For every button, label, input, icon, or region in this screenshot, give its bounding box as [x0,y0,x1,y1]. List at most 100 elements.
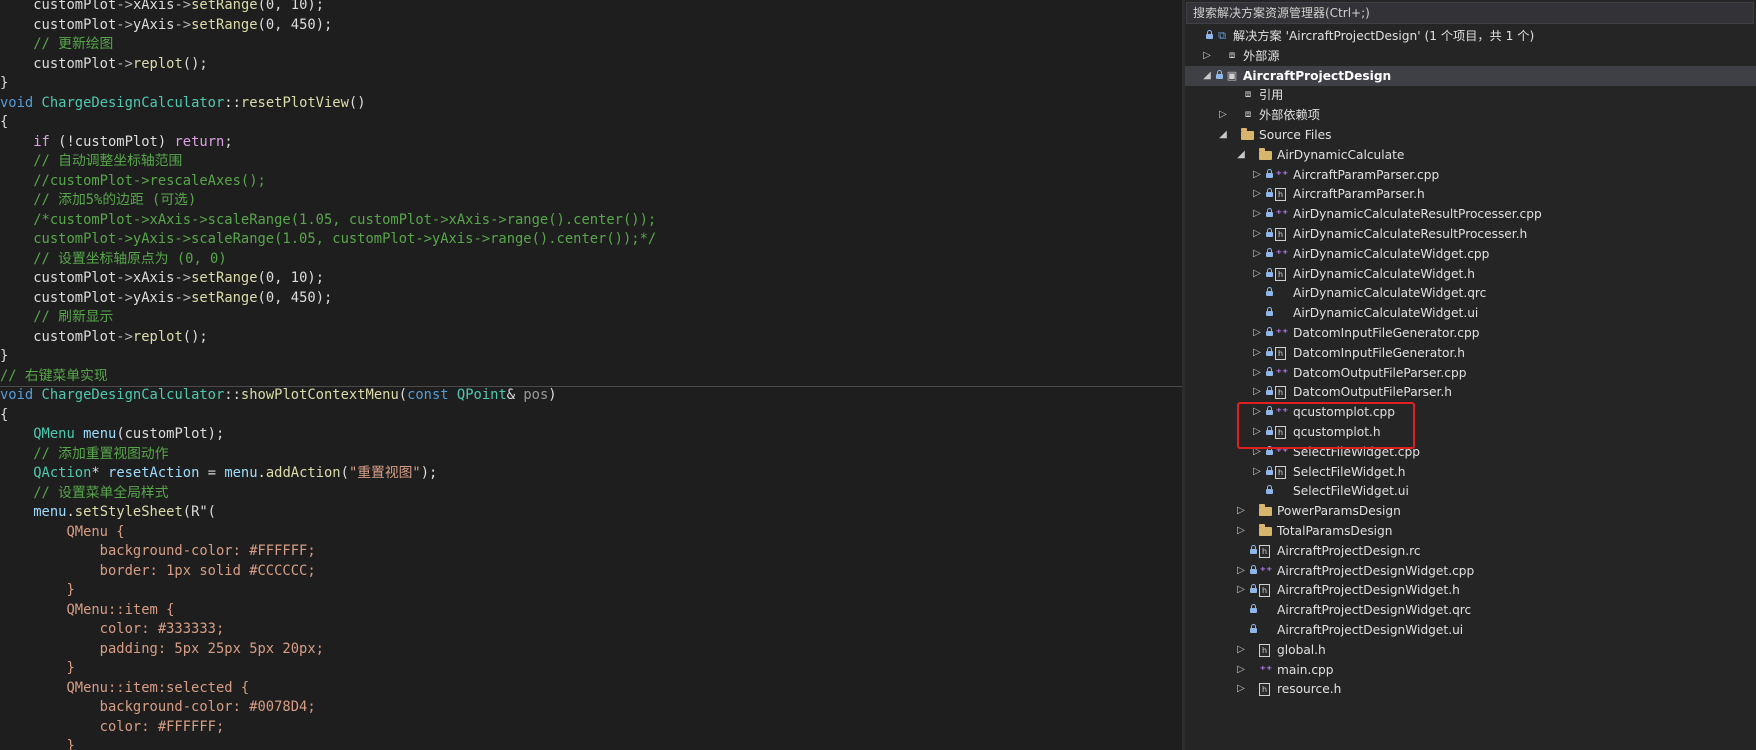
code-line[interactable]: // 设置菜单全局样式 [0,484,1182,504]
code-line[interactable]: } [0,74,1182,94]
tree-item[interactable]: ▷ PowerParamsDesign [1185,501,1756,521]
tree-item[interactable]: ⧈ 引用 [1185,85,1756,105]
code-line[interactable]: void ChargeDesignCalculator::resetPlotVi… [0,94,1182,114]
tree-item[interactable]: ▷ ⧈ 外部依赖项 [1185,105,1756,125]
chevron-right-icon[interactable]: ▷ [1251,462,1263,482]
code-line[interactable]: QMenu menu(customPlot); [0,425,1182,445]
code-line[interactable]: /*customPlot->xAxis->scaleRange(1.05, cu… [0,211,1182,231]
tree-item[interactable]: ⧉ 解决方案 'AircraftProjectDesign' (1 个项目，共 1… [1185,26,1756,46]
chevron-right-icon[interactable]: ▷ [1251,343,1263,363]
code-line[interactable]: // 设置坐标轴原点为 (0, 0) [0,250,1182,270]
code-token: void [0,387,42,403]
tree-item[interactable]: h AircraftProjectDesign.rc [1185,541,1756,561]
tree-item[interactable]: ▷ ⧈ 外部源 [1185,46,1756,66]
tree-item[interactable]: ▷ ⁺⁺ AircraftParamParser.cpp [1185,165,1756,185]
chevron-right-icon[interactable]: ▷ [1235,679,1247,699]
code-line[interactable]: background-color: #FFFFFF; [0,542,1182,562]
chevron-expanded-icon[interactable]: ◢ [1201,66,1213,86]
tree-item[interactable]: ▷ h global.h [1185,640,1756,660]
chevron-right-icon[interactable]: ▷ [1251,363,1263,383]
chevron-right-icon[interactable]: ▷ [1251,382,1263,402]
search-input[interactable]: 搜索解决方案资源管理器(Ctrl+;) [1186,2,1754,24]
tree-item[interactable]: ▷ ⁺⁺ AircraftProjectDesignWidget.cpp [1185,561,1756,581]
chevron-right-icon[interactable]: ▷ [1235,660,1247,680]
code-line[interactable]: //customPlot->rescaleAxes(); [0,172,1182,192]
code-line[interactable]: QMenu::item:selected { [0,679,1182,699]
code-line[interactable]: } [0,347,1182,367]
code-line[interactable]: customPlot->xAxis->setRange(0, 10); [0,269,1182,289]
tree-item[interactable]: ▷ h DatcomInputFileGenerator.h [1185,343,1756,363]
tree-item[interactable]: ▷ h DatcomOutputFileParser.h [1185,382,1756,402]
chevron-right-icon[interactable]: ▷ [1251,184,1263,204]
code-line[interactable]: menu.setStyleSheet(R"( [0,503,1182,523]
chevron-expanded-icon[interactable]: ◢ [1235,145,1247,165]
code-line[interactable]: { [0,113,1182,133]
code-line[interactable]: padding: 5px 25px 5px 20px; [0,640,1182,660]
tree-item[interactable]: AircraftProjectDesignWidget.qrc [1185,600,1756,620]
code-line[interactable]: customPlot->yAxis->setRange(0, 450); [0,16,1182,36]
code-line[interactable]: background-color: #0078D4; [0,698,1182,718]
code-line[interactable]: // 更新绘图 [0,35,1182,55]
tree-item[interactable]: ▷ h AirDynamicCalculateResultProcesser.h [1185,224,1756,244]
tree-item[interactable]: ▷ ⁺⁺ AirDynamicCalculateWidget.cpp [1185,244,1756,264]
tree-item[interactable]: AirDynamicCalculateWidget.qrc [1185,283,1756,303]
tree-item[interactable]: ▷ ⁺⁺ DatcomOutputFileParser.cpp [1185,363,1756,383]
code-line[interactable]: customPlot->xAxis->setRange(0, 10); [0,0,1182,16]
tree-item[interactable]: AirDynamicCalculateWidget.ui [1185,303,1756,323]
code-line[interactable]: customPlot->replot(); [0,328,1182,348]
code-line[interactable]: } [0,659,1182,679]
chevron-right-icon[interactable]: ▷ [1235,561,1247,581]
code-line[interactable]: QMenu::item { [0,601,1182,621]
code-line[interactable]: // 添加重置视图动作 [0,445,1182,465]
code-line[interactable]: customPlot->yAxis->setRange(0, 450); [0,289,1182,309]
tree-item[interactable]: ◢ Source Files [1185,125,1756,145]
tree-item[interactable]: ▷ ⁺⁺ main.cpp [1185,660,1756,680]
folder-icon [1259,524,1272,536]
code-line[interactable]: customPlot->yAxis->scaleRange(1.05, cust… [0,230,1182,250]
chevron-expanded-icon[interactable]: ◢ [1217,125,1229,145]
header-file-icon: h [1275,386,1286,400]
tree-item[interactable]: ▷ h SelectFileWidget.h [1185,462,1756,482]
code-line[interactable]: // 右键菜单实现 [0,367,1182,387]
code-line[interactable]: QAction* resetAction = menu.addAction("重… [0,464,1182,484]
chevron-right-icon[interactable]: ▷ [1251,224,1263,244]
tree-item[interactable]: ◢ ▣ AircraftProjectDesign [1185,65,1756,86]
code-line[interactable]: } [0,737,1182,750]
chevron-right-icon[interactable]: ▷ [1235,501,1247,521]
chevron-right-icon[interactable]: ▷ [1251,323,1263,343]
header-file-icon: h [1275,188,1286,202]
tree-item[interactable]: SelectFileWidget.ui [1185,481,1756,501]
code-line[interactable]: color: #333333; [0,620,1182,640]
code-line[interactable]: border: 1px solid #CCCCCC; [0,562,1182,582]
code-line[interactable]: } [0,581,1182,601]
tree-item[interactable]: ▷ h AircraftProjectDesignWidget.h [1185,580,1756,600]
chevron-right-icon[interactable]: ▷ [1251,165,1263,185]
chevron-right-icon[interactable]: ▷ [1235,521,1247,541]
code-line[interactable]: QMenu { [0,523,1182,543]
chevron-right-icon[interactable]: ▷ [1235,640,1247,660]
chevron-right-icon[interactable]: ▷ [1235,580,1247,600]
chevron-right-icon[interactable]: ▷ [1201,46,1213,66]
tree-item[interactable]: ▷ TotalParamsDesign [1185,521,1756,541]
code-line[interactable]: customPlot->replot(); [0,55,1182,75]
code-line[interactable]: { [0,406,1182,426]
tree-item[interactable]: ▷ h resource.h [1185,679,1756,699]
tree-item[interactable]: ▷ ⁺⁺ DatcomInputFileGenerator.cpp [1185,323,1756,343]
tree-item[interactable]: ▷ h AirDynamicCalculateWidget.h [1185,264,1756,284]
code-token: color: #333333; [0,621,225,637]
chevron-right-icon[interactable]: ▷ [1217,105,1229,125]
chevron-right-icon[interactable]: ▷ [1251,264,1263,284]
code-line[interactable]: if (!customPlot) return; [0,133,1182,153]
tree-item[interactable]: ▷ ⁺⁺ AirDynamicCalculateResultProcesser.cp… [1185,204,1756,224]
tree-item[interactable]: AircraftProjectDesignWidget.ui [1185,620,1756,640]
tree-item[interactable]: ◢ AirDynamicCalculate [1185,145,1756,165]
code-line[interactable]: // 自动调整坐标轴范围 [0,152,1182,172]
code-editor[interactable]: customPlot->xAxis->setRange(0, 10); cust… [0,0,1182,750]
chevron-right-icon[interactable]: ▷ [1251,204,1263,224]
code-line[interactable]: // 添加5%的边距 (可选) [0,191,1182,211]
code-line[interactable]: void ChargeDesignCalculator::showPlotCon… [0,386,1182,406]
code-line[interactable]: // 刷新显示 [0,308,1182,328]
chevron-right-icon[interactable]: ▷ [1251,244,1263,264]
tree-item[interactable]: ▷ h AircraftParamParser.h [1185,184,1756,204]
code-line[interactable]: color: #FFFFFF; [0,718,1182,738]
